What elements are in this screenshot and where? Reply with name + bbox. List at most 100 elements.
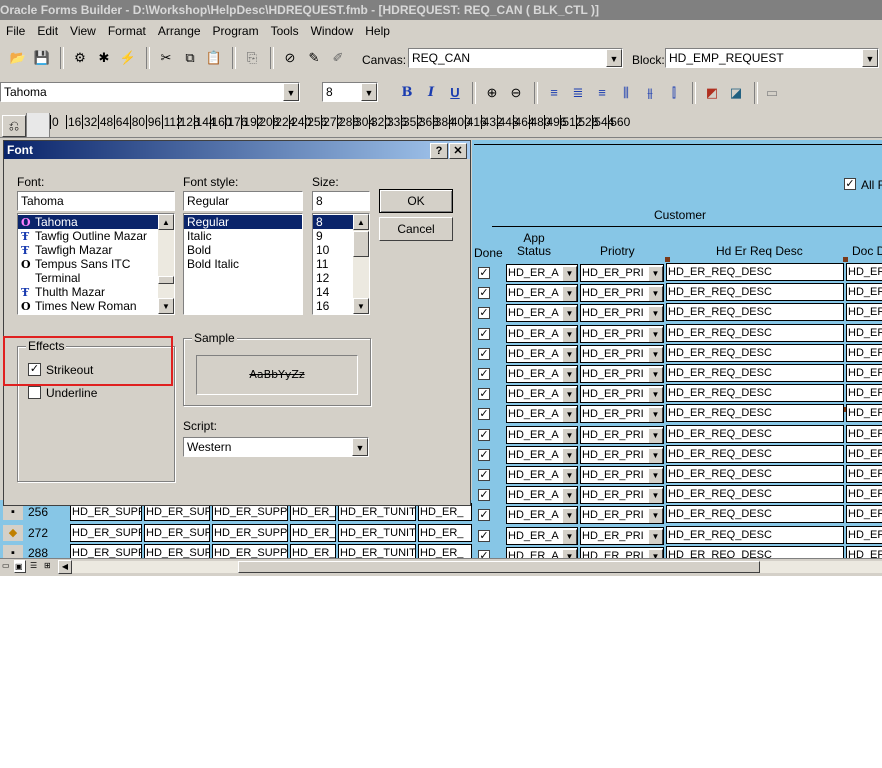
doc-field[interactable]: HD_ER — [846, 485, 882, 504]
done-checkbox[interactable]: ✓ — [478, 307, 490, 320]
doc-field[interactable]: HD_ER — [846, 525, 882, 544]
priority-field[interactable]: HD_ER_PRI ▼ — [580, 425, 664, 444]
scroll-thumb[interactable] — [238, 561, 760, 573]
done-checkbox[interactable]: ✓ — [478, 347, 490, 360]
app-status-field[interactable]: HD_ER_A ▼ — [506, 466, 578, 484]
menu-program[interactable]: Program — [207, 21, 265, 41]
priority-field[interactable]: HD_ER_PRI ▼ — [580, 526, 664, 545]
priority-field[interactable]: HD_ER_PRI ▼ — [580, 324, 664, 343]
chevron-down-icon[interactable]: ▼ — [648, 488, 663, 504]
chevron-down-icon[interactable]: ▼ — [648, 326, 663, 342]
req-desc-field[interactable]: HD_ER_REQ_DESC — [666, 283, 844, 302]
doc-field[interactable]: HD_ER — [846, 364, 882, 382]
bold-icon[interactable]: B — [397, 83, 417, 103]
block-select[interactable]: HD_EMP_REQUEST ▼ — [665, 48, 879, 68]
doc-field[interactable]: HD_ER — [846, 343, 882, 362]
priority-field[interactable]: HD_ER_PRI ▼ — [580, 284, 664, 303]
run-form-icon[interactable]: ⚙ — [70, 48, 90, 68]
property-view-icon[interactable]: ☰ — [30, 560, 40, 571]
done-checkbox[interactable]: ✓ — [478, 287, 490, 300]
scroll-down-icon[interactable]: ▼ — [158, 298, 174, 314]
chevron-down-icon[interactable]: ▼ — [562, 286, 577, 302]
done-checkbox[interactable]: ✓ — [478, 448, 490, 461]
font-list-item[interactable]: Terminal — [18, 271, 174, 285]
chevron-down-icon[interactable]: ▼ — [648, 427, 663, 443]
doc-field[interactable]: HD_ER — [846, 283, 882, 302]
scroll-track[interactable] — [72, 561, 882, 573]
menu-view[interactable]: View — [64, 21, 102, 41]
scroll-thumb[interactable] — [158, 276, 174, 284]
scroll-thumb[interactable] — [353, 231, 369, 257]
chevron-down-icon[interactable]: ▼ — [352, 438, 368, 456]
scroll-up-icon[interactable]: ▲ — [158, 214, 174, 230]
font-style-field[interactable]: Regular — [183, 191, 303, 211]
done-checkbox[interactable]: ✓ — [478, 509, 490, 522]
grid-cell[interactable]: HD_ER_SUPP_F — [212, 523, 288, 542]
view-mode-icon[interactable]: ▭ — [2, 561, 12, 571]
debug-icon[interactable]: ✱ — [94, 48, 114, 68]
chevron-down-icon[interactable]: ▼ — [283, 83, 299, 101]
layout-view-icon[interactable]: ▣ — [14, 560, 26, 573]
doc-field[interactable]: HD_ER — [846, 404, 882, 423]
menu-tools[interactable]: Tools — [265, 21, 305, 41]
ruler-mode-icon[interactable]: ⎌ — [2, 115, 26, 137]
italic-icon[interactable]: I — [421, 83, 441, 103]
chevron-down-icon[interactable]: ▼ — [648, 468, 663, 483]
chevron-down-icon[interactable]: ▼ — [648, 508, 663, 524]
menu-window[interactable]: Window — [305, 21, 360, 41]
chevron-down-icon[interactable]: ▼ — [862, 49, 878, 67]
doc-field[interactable]: HD_ER — [846, 384, 882, 403]
priority-field[interactable]: HD_ER_PRI ▼ — [580, 486, 664, 505]
pl-sql-editor-icon[interactable]: ✐ — [328, 48, 348, 68]
chevron-down-icon[interactable]: ▼ — [562, 508, 577, 524]
canvas-select[interactable]: REQ_CAN ▼ — [408, 48, 623, 68]
app-status-field[interactable]: HD_ER_A ▼ — [506, 405, 578, 424]
chevron-down-icon[interactable]: ▼ — [562, 488, 577, 504]
align-right-icon[interactable]: ≡ — [592, 83, 612, 103]
doc-field[interactable]: HD_ER — [846, 465, 882, 483]
font-style-list-item[interactable]: Italic — [184, 229, 302, 243]
chevron-down-icon[interactable]: ▼ — [562, 387, 577, 403]
menu-arrange[interactable]: Arrange — [152, 21, 207, 41]
size-list-item[interactable]: 8 — [313, 215, 353, 229]
app-status-field[interactable]: HD_ER_A ▼ — [506, 385, 578, 404]
underline-checkbox[interactable] — [28, 386, 41, 399]
zoom-out-icon[interactable]: ⊖ — [506, 83, 526, 103]
req-desc-field[interactable]: HD_ER_REQ_DESC — [666, 465, 844, 483]
copy-icon[interactable]: ⧉ — [180, 48, 200, 68]
grid-cell[interactable]: HD_ER_SUPP — [144, 523, 210, 542]
chevron-down-icon[interactable]: ▼ — [648, 266, 663, 281]
req-desc-field[interactable]: HD_ER_REQ_DESC — [666, 404, 844, 423]
doc-field[interactable]: HD_ER — [846, 444, 882, 463]
close-icon[interactable]: ✕ — [449, 143, 467, 159]
script-select[interactable]: Western ▼ — [183, 437, 369, 457]
menu-file[interactable]: File — [0, 21, 31, 41]
priority-field[interactable]: HD_ER_PRI ▼ — [580, 506, 664, 525]
font-list-item[interactable]: O Times New Roman — [18, 299, 174, 313]
selection-handle[interactable] — [665, 257, 670, 262]
req-desc-field[interactable]: HD_ER_REQ_DESC — [666, 384, 844, 403]
scroll-left-icon[interactable]: ◀ — [58, 560, 72, 574]
done-checkbox[interactable]: ✓ — [478, 529, 490, 542]
req-desc-field[interactable]: HD_ER_REQ_DESC — [666, 263, 844, 281]
priority-field[interactable]: HD_ER_PRI ▼ — [580, 445, 664, 464]
chevron-down-icon[interactable]: ▼ — [562, 346, 577, 362]
app-status-field[interactable]: HD_ER_A ▼ — [506, 324, 578, 343]
size-list-item[interactable]: 16 — [313, 299, 353, 313]
priority-field[interactable]: HD_ER_PRI ▼ — [580, 344, 664, 363]
font-style-list-item[interactable]: Bold — [184, 243, 302, 257]
req-desc-field[interactable]: HD_ER_REQ_DESC — [666, 424, 844, 443]
chevron-down-icon[interactable]: ▼ — [562, 266, 577, 281]
done-checkbox[interactable]: ✓ — [478, 428, 490, 441]
font-size-select[interactable]: 8 ▼ — [322, 82, 378, 102]
selection-handle[interactable] — [843, 257, 848, 262]
font-style-listbox[interactable]: Regular Italic Bold Bold Italic — [183, 213, 303, 315]
doc-field[interactable]: HD_ER — [846, 323, 882, 342]
horizontal-scrollbar[interactable]: ▭ ▣ ☰ ⊞ ◀ — [0, 558, 882, 575]
font-list-item[interactable]: Ŧ Tawfigh Mazar — [18, 243, 174, 257]
font-name-field[interactable]: Tahoma — [17, 191, 175, 211]
done-checkbox[interactable]: ✓ — [478, 388, 490, 401]
chevron-down-icon[interactable]: ▼ — [361, 83, 377, 101]
grid-cell[interactable]: HD_ER_TUNIT — [338, 523, 416, 542]
done-checkbox[interactable]: ✓ — [478, 489, 490, 502]
